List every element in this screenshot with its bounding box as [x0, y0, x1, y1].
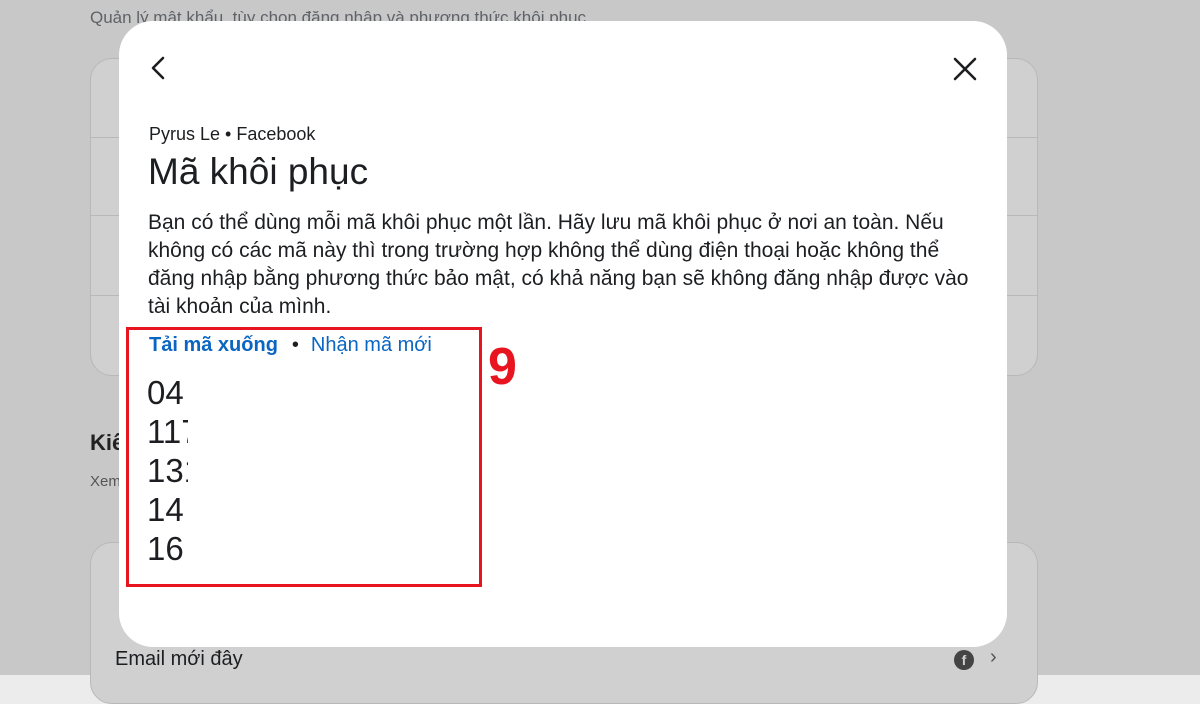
email-row-label[interactable]: Email mới đây [115, 648, 243, 671]
chevron-right-icon[interactable]: › [990, 646, 997, 669]
account-breadcrumb: Pyrus Le • Facebook [149, 124, 316, 144]
dialog-title: Mã khôi phục [148, 151, 369, 192]
dialog-description: Bạn có thể dùng mỗi mã khôi phục một lần… [148, 211, 969, 318]
annotation-highlight-box [126, 327, 482, 587]
back-button[interactable] [143, 49, 177, 87]
facebook-icon: f [954, 650, 974, 670]
chevron-left-icon [151, 56, 165, 80]
recovery-codes-dialog: Pyrus Le • Facebook Mã khôi phục Bạn có … [119, 21, 1007, 647]
annotation-step-number: 9 [488, 338, 517, 396]
close-icon [953, 57, 977, 81]
close-button[interactable] [947, 51, 983, 87]
